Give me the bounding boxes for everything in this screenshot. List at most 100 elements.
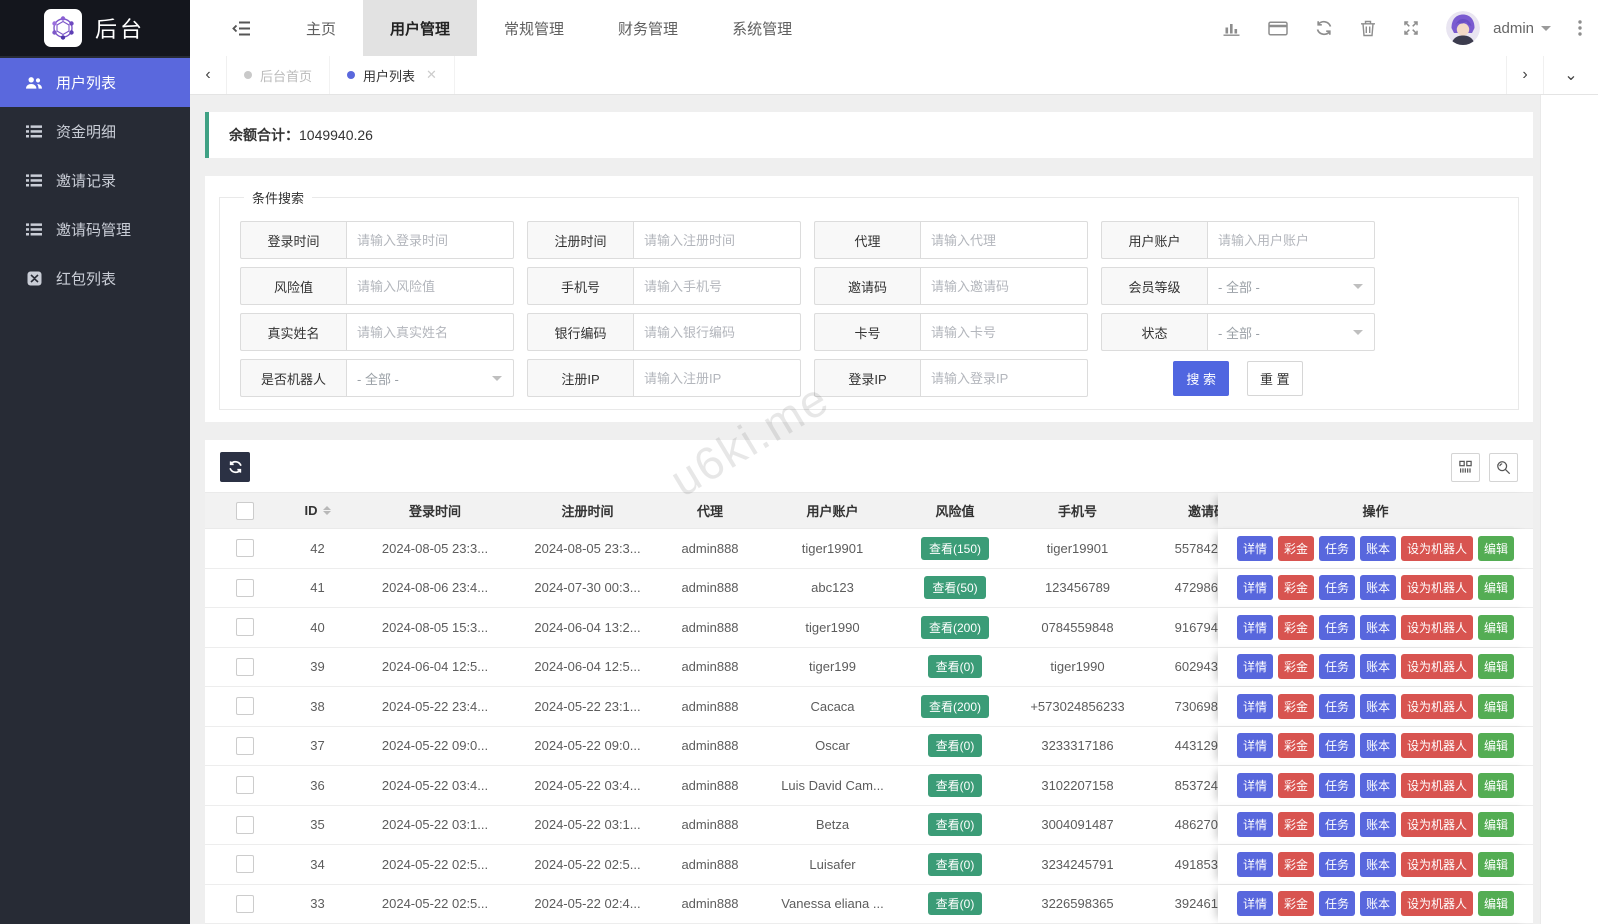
topnav-item[interactable]: 系统管理 — [705, 0, 819, 56]
risk-view-badge[interactable]: 查看(0) — [928, 655, 983, 678]
ledger-button[interactable]: 账本 — [1360, 615, 1396, 640]
edit-button[interactable]: 编辑 — [1478, 773, 1514, 798]
detail-button[interactable]: 详情 — [1237, 812, 1273, 837]
topnav-item[interactable]: 常规管理 — [477, 0, 591, 56]
row-checkbox[interactable] — [236, 855, 254, 873]
risk-view-badge[interactable]: 查看(0) — [928, 734, 983, 757]
edit-button[interactable]: 编辑 — [1478, 812, 1514, 837]
field-input[interactable] — [920, 359, 1088, 397]
edit-button[interactable]: 编辑 — [1478, 694, 1514, 719]
tabs-menu-icon[interactable]: ⌄ — [1543, 56, 1598, 94]
risk-view-badge[interactable]: 查看(150) — [921, 537, 989, 560]
topnav-item[interactable]: 财务管理 — [591, 0, 705, 56]
detail-button[interactable]: 详情 — [1237, 694, 1273, 719]
detail-button[interactable]: 详情 — [1237, 654, 1273, 679]
risk-view-badge[interactable]: 查看(50) — [924, 576, 985, 599]
set-robot-button[interactable]: 设为机器人 — [1401, 615, 1473, 640]
edit-button[interactable]: 编辑 — [1478, 536, 1514, 561]
chart-icon[interactable] — [1222, 20, 1241, 36]
detail-button[interactable]: 详情 — [1237, 773, 1273, 798]
risk-view-badge[interactable]: 查看(0) — [928, 774, 983, 797]
risk-view-badge[interactable]: 查看(0) — [928, 892, 983, 915]
edit-button[interactable]: 编辑 — [1478, 575, 1514, 600]
table-search-button[interactable] — [1489, 453, 1518, 482]
set-robot-button[interactable]: 设为机器人 — [1401, 654, 1473, 679]
ledger-button[interactable]: 账本 — [1360, 536, 1396, 561]
row-checkbox[interactable] — [236, 697, 254, 715]
task-button[interactable]: 任务 — [1319, 852, 1355, 877]
task-button[interactable]: 任务 — [1319, 654, 1355, 679]
sidebar-collapse-icon[interactable] — [190, 0, 279, 56]
set-robot-button[interactable]: 设为机器人 — [1401, 852, 1473, 877]
risk-view-badge[interactable]: 查看(200) — [921, 695, 989, 718]
row-checkbox[interactable] — [236, 579, 254, 597]
row-checkbox[interactable] — [236, 895, 254, 913]
risk-view-badge[interactable]: 查看(200) — [921, 616, 989, 639]
search-button[interactable]: 搜 索 — [1173, 361, 1229, 396]
sidebar-item[interactable]: 用户列表 — [0, 58, 190, 107]
detail-button[interactable]: 详情 — [1237, 536, 1273, 561]
field-select[interactable]: - 全部 - — [1207, 313, 1375, 351]
task-button[interactable]: 任务 — [1319, 891, 1355, 916]
field-input[interactable] — [633, 313, 801, 351]
ledger-button[interactable]: 账本 — [1360, 891, 1396, 916]
task-button[interactable]: 任务 — [1319, 733, 1355, 758]
edit-button[interactable]: 编辑 — [1478, 733, 1514, 758]
bonus-button[interactable]: 彩金 — [1278, 654, 1314, 679]
ledger-button[interactable]: 账本 — [1360, 733, 1396, 758]
bonus-button[interactable]: 彩金 — [1278, 891, 1314, 916]
detail-button[interactable]: 详情 — [1237, 615, 1273, 640]
sidebar-item[interactable]: 红包列表 — [0, 254, 190, 303]
edit-button[interactable]: 编辑 — [1478, 852, 1514, 877]
detail-button[interactable]: 详情 — [1237, 575, 1273, 600]
bonus-button[interactable]: 彩金 — [1278, 615, 1314, 640]
bonus-button[interactable]: 彩金 — [1278, 536, 1314, 561]
set-robot-button[interactable]: 设为机器人 — [1401, 536, 1473, 561]
field-select[interactable]: - 全部 - — [1207, 267, 1375, 305]
refresh-icon[interactable] — [1315, 20, 1333, 36]
set-robot-button[interactable]: 设为机器人 — [1401, 812, 1473, 837]
bonus-button[interactable]: 彩金 — [1278, 773, 1314, 798]
ledger-button[interactable]: 账本 — [1360, 694, 1396, 719]
tabs-scroll-right-icon[interactable]: › — [1506, 56, 1543, 94]
header-id[interactable]: ID — [285, 493, 350, 528]
row-checkbox[interactable] — [236, 658, 254, 676]
ledger-button[interactable]: 账本 — [1360, 575, 1396, 600]
avatar[interactable] — [1446, 11, 1480, 45]
set-robot-button[interactable]: 设为机器人 — [1401, 891, 1473, 916]
row-checkbox[interactable] — [236, 737, 254, 755]
set-robot-button[interactable]: 设为机器人 — [1401, 575, 1473, 600]
row-checkbox[interactable] — [236, 776, 254, 794]
field-select[interactable]: - 全部 - — [346, 359, 514, 397]
field-input[interactable] — [920, 221, 1088, 259]
trash-icon[interactable] — [1360, 20, 1376, 37]
field-input[interactable] — [346, 267, 514, 305]
sidebar-item[interactable]: 资金明细 — [0, 107, 190, 156]
select-all-checkbox[interactable] — [236, 502, 254, 520]
row-checkbox[interactable] — [236, 539, 254, 557]
bonus-button[interactable]: 彩金 — [1278, 852, 1314, 877]
row-checkbox[interactable] — [236, 618, 254, 636]
edit-button[interactable]: 编辑 — [1478, 615, 1514, 640]
task-button[interactable]: 任务 — [1319, 694, 1355, 719]
sort-icon[interactable] — [323, 502, 331, 519]
columns-toggle-button[interactable] — [1451, 453, 1480, 482]
field-input[interactable] — [346, 313, 514, 351]
user-menu[interactable]: admin — [1493, 20, 1551, 37]
row-checkbox[interactable] — [236, 816, 254, 834]
detail-button[interactable]: 详情 — [1237, 891, 1273, 916]
field-input[interactable] — [1207, 221, 1375, 259]
topnav-item[interactable]: 用户管理 — [363, 0, 477, 56]
field-input[interactable] — [346, 221, 514, 259]
field-input[interactable] — [633, 359, 801, 397]
set-robot-button[interactable]: 设为机器人 — [1401, 773, 1473, 798]
ledger-button[interactable]: 账本 — [1360, 852, 1396, 877]
bonus-button[interactable]: 彩金 — [1278, 733, 1314, 758]
task-button[interactable]: 任务 — [1319, 575, 1355, 600]
bonus-button[interactable]: 彩金 — [1278, 575, 1314, 600]
task-button[interactable]: 任务 — [1319, 773, 1355, 798]
field-input[interactable] — [920, 313, 1088, 351]
tab-close-icon[interactable]: ✕ — [426, 67, 437, 83]
risk-view-badge[interactable]: 查看(0) — [928, 853, 983, 876]
task-button[interactable]: 任务 — [1319, 536, 1355, 561]
